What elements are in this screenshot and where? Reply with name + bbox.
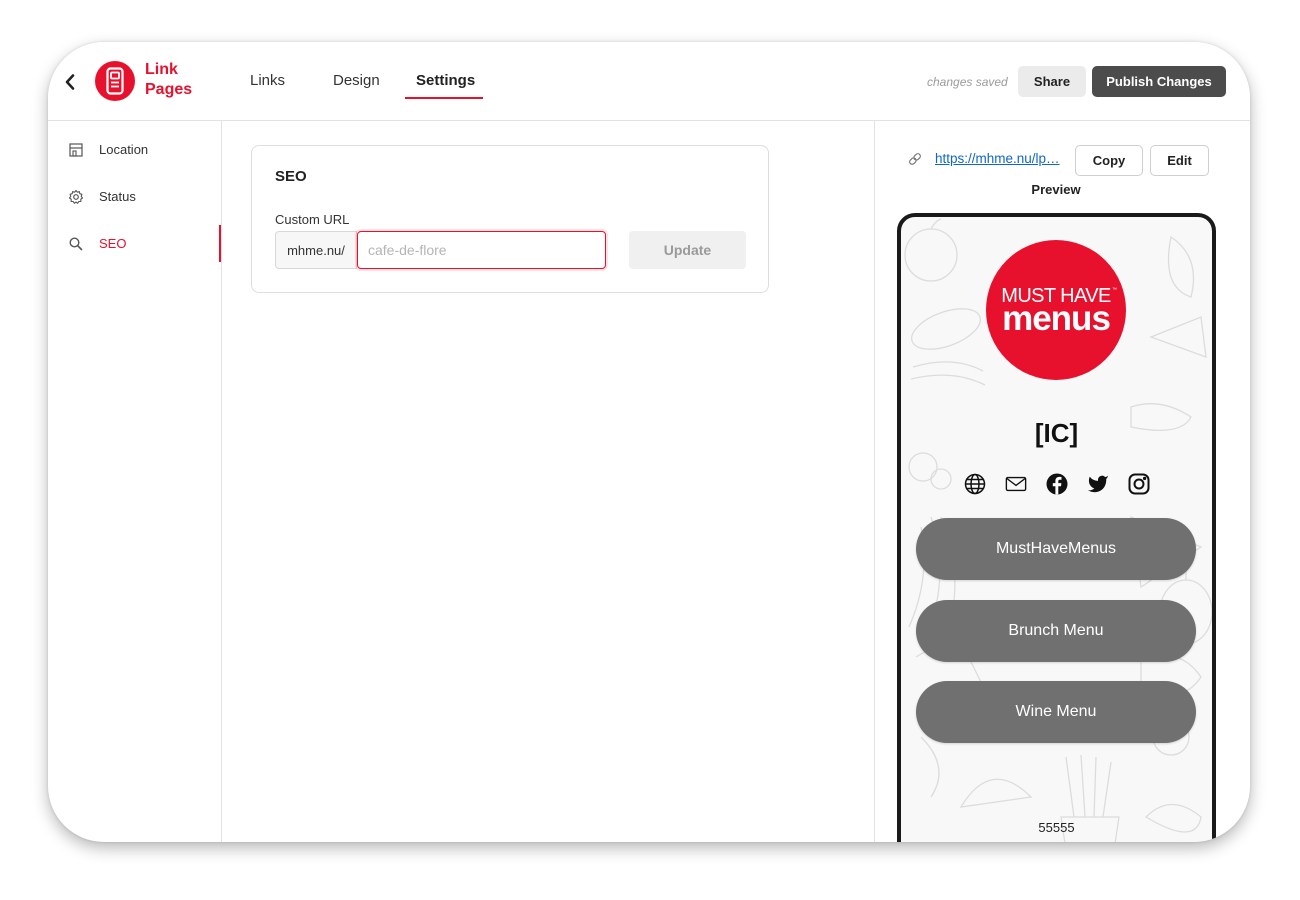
copy-url-button[interactable]: Copy [1075,145,1143,176]
social-links [901,472,1212,496]
preview-footer-text: 55555 [1038,820,1075,835]
sidebar-item-seo[interactable]: SEO [48,233,221,255]
link-pages-logo-icon [95,61,135,101]
custom-url-label: Custom URL [275,212,350,227]
storefront-icon [69,143,83,157]
preview-link-button[interactable]: Wine Menu [916,681,1196,743]
custom-url-input[interactable] [357,231,606,269]
phone-preview: MUST HAVE ™ menus [IC] MustHaveMenus Bru… [897,213,1216,842]
instagram-icon[interactable] [1128,473,1150,495]
seo-card: SEO Custom URL mhme.nu/ Update [251,145,769,293]
sidebar-item-label: Location [99,142,149,157]
sidebar-item-label: SEO [99,236,127,251]
share-button[interactable]: Share [1018,66,1086,97]
app-name-line1: Link [145,61,178,78]
search-icon [69,237,83,251]
active-sidebar-indicator [219,225,221,262]
tab-settings[interactable]: Settings [416,72,475,90]
link-icon [909,153,921,165]
edit-url-button[interactable]: Edit [1150,145,1209,176]
logo-trademark: ™ [1112,287,1117,293]
preview-panel: https://mhme.nu/lp… Copy Edit Preview MU… [874,121,1250,842]
app-window: Link Pages Links Design Settings changes… [48,42,1250,842]
twitter-icon[interactable] [1087,473,1109,495]
tab-design[interactable]: Design [333,72,380,90]
settings-sidebar: Location Status SEO [48,121,222,842]
top-bar: Link Pages Links Design Settings changes… [48,42,1250,121]
publish-changes-button[interactable]: Publish Changes [1092,66,1226,97]
tab-links[interactable]: Links [250,72,285,90]
sidebar-item-status[interactable]: Status [48,186,221,208]
restaurant-logo: MUST HAVE ™ menus [986,240,1126,380]
update-button[interactable]: Update [629,231,746,269]
back-button[interactable] [63,73,77,91]
sidebar-item-label: Status [99,189,136,204]
app-name-line2: Pages [145,81,193,98]
preview-link-button[interactable]: MustHaveMenus [916,518,1196,580]
logo-text-bottom: menus [1002,299,1111,338]
mail-icon[interactable] [1005,473,1027,495]
sidebar-item-location[interactable]: Location [48,139,221,161]
business-name: [IC] [1034,418,1079,448]
save-status: changes saved [927,75,1008,89]
gear-icon [68,189,84,204]
active-tab-indicator [405,97,483,99]
preview-link-button[interactable]: Brunch Menu [916,600,1196,662]
facebook-icon[interactable] [1046,473,1068,495]
chevron-left-icon [65,74,75,90]
preview-heading: Preview [1031,182,1081,197]
app-name: Link Pages [145,60,192,100]
seo-card-title: SEO [275,168,307,185]
globe-icon[interactable] [964,473,986,495]
url-prefix: mhme.nu/ [275,231,357,269]
page-url-link[interactable]: https://mhme.nu/lp… [935,151,1067,167]
